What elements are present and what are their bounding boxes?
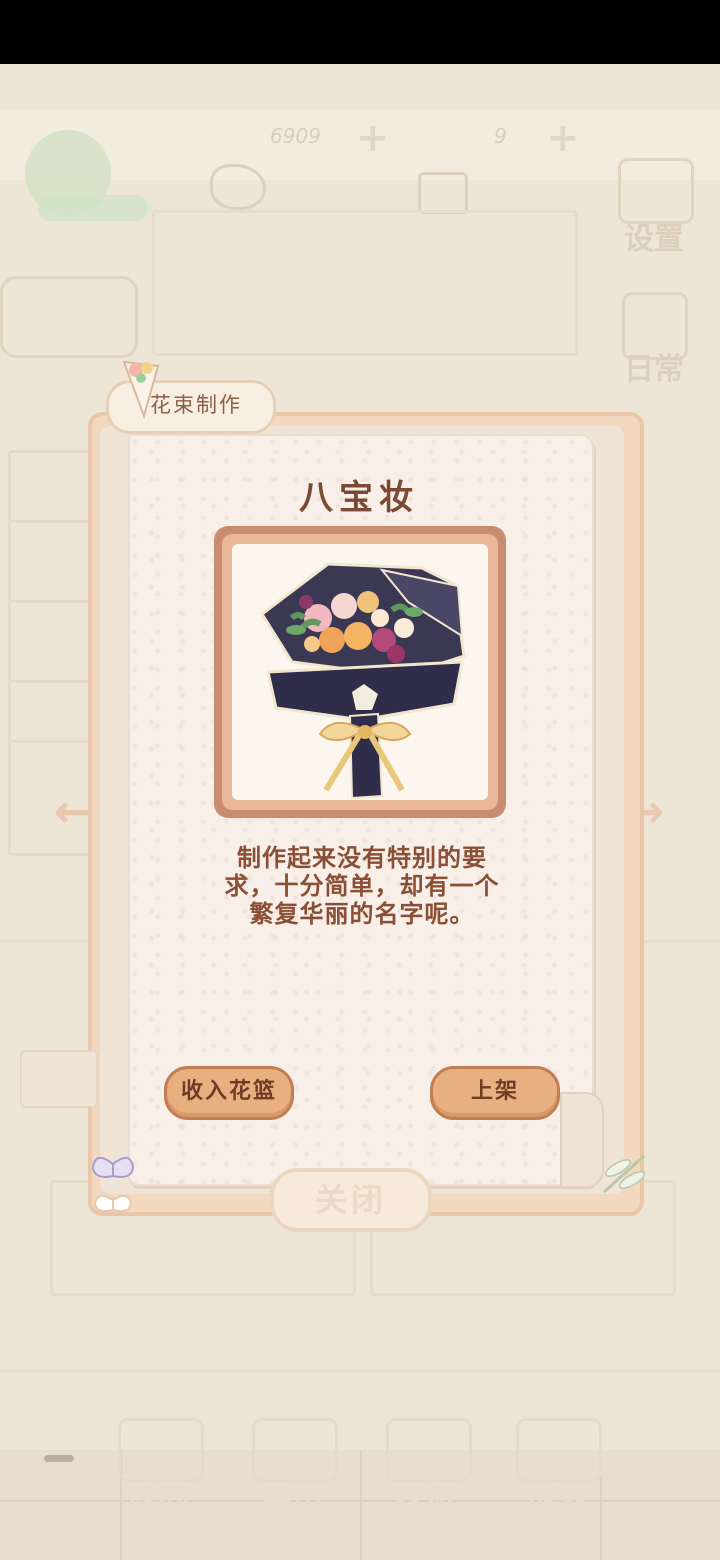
put-in-basket-button[interactable]: 收入花篮	[164, 1066, 294, 1120]
shelf-divider	[10, 740, 96, 743]
butterfly-icon	[91, 1157, 135, 1213]
shelf-divider	[10, 600, 96, 603]
dragonfly-icon	[602, 1154, 646, 1194]
nav-basket[interactable]: 花篮	[381, 1475, 471, 1521]
bouquet-image	[232, 544, 488, 800]
cake-currency-value: 9	[494, 124, 507, 148]
daily-button[interactable]: 日常	[612, 344, 696, 388]
back-icon[interactable]	[118, 1418, 204, 1482]
tree-base	[38, 195, 148, 221]
nav-achievement[interactable]: 成就	[513, 1475, 603, 1521]
display-case-top	[152, 210, 578, 356]
home-indicator	[44, 1455, 74, 1462]
add-fish-button[interactable]: +	[356, 118, 390, 158]
fish-currency-value: 6909	[270, 124, 321, 148]
bouquet-description: 制作起来没有特别的要求，十分简单，却有一个繁复华丽的名字呢。	[224, 844, 500, 928]
basket-icon[interactable]	[386, 1418, 472, 1482]
dialog-tab-title: 花束制作	[150, 393, 242, 417]
shelf-divider	[10, 680, 96, 683]
video-ad-button[interactable]	[0, 276, 138, 358]
market-icon[interactable]	[252, 1418, 338, 1482]
nav-back[interactable]: 返回	[113, 1475, 203, 1521]
close-button[interactable]: 关闭	[270, 1168, 432, 1232]
put-on-shelf-button[interactable]: 上架	[430, 1066, 560, 1120]
achievement-icon[interactable]	[516, 1418, 602, 1482]
fish-currency-icon	[210, 164, 266, 210]
bouquet-illustration	[260, 562, 466, 800]
status-bar	[0, 0, 720, 64]
floor-line	[0, 1370, 720, 1373]
add-cake-button[interactable]: +	[546, 118, 580, 158]
shelf-divider	[10, 520, 96, 523]
floor-tile-line	[360, 1450, 362, 1560]
note-icon	[20, 1050, 98, 1108]
cake-currency-icon	[418, 172, 468, 214]
nav-market[interactable]: 集市	[247, 1475, 337, 1521]
settings-button[interactable]: 设置	[612, 214, 696, 258]
bouquet-name: 八宝妆	[299, 478, 419, 518]
